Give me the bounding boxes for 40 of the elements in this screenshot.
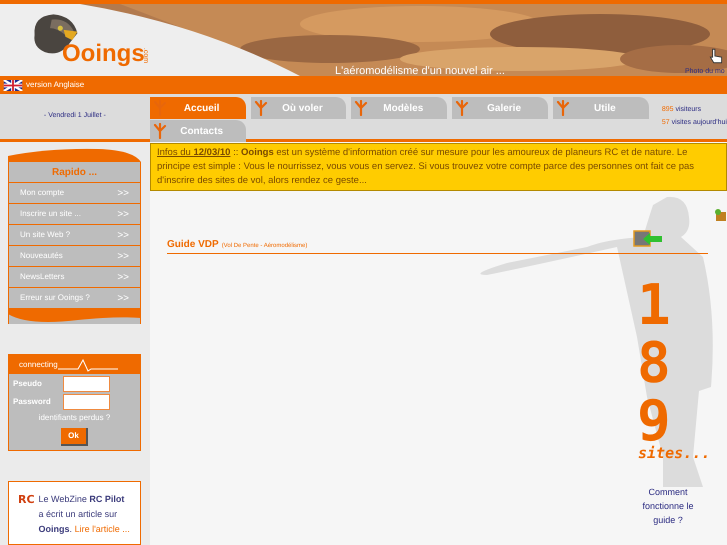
guide-title: Guide VDP (167, 238, 219, 252)
article-link[interactable]: Lire l'article ... (74, 524, 130, 534)
field-label: Pseudo (13, 378, 43, 390)
pointer-icon (707, 47, 725, 65)
arrow-icon (633, 230, 663, 248)
nav-tab[interactable]: Accueil (150, 97, 246, 119)
guide-help-link[interactable]: Comment fonctionne le guide ? (638, 485, 698, 527)
claw-icon (353, 100, 370, 116)
nav-tab[interactable]: Utile (552, 97, 649, 119)
input-field[interactable] (63, 376, 110, 392)
pulse-line-icon (58, 358, 118, 372)
menu-item[interactable]: Inscrire un site ... >> (9, 203, 140, 224)
login-title: connecting (19, 358, 58, 370)
claw-icon (454, 100, 470, 116)
menu-item[interactable]: Mon compte >> (9, 182, 140, 203)
news-link[interactable]: Infos du 12/03/10 (157, 147, 230, 158)
nav-tab[interactable]: Galerie (452, 97, 548, 119)
claw-icon (152, 123, 168, 139)
menu-item[interactable]: Nouveautés >> (9, 245, 140, 266)
menu-item[interactable]: NewsLetters >> (9, 266, 140, 287)
input-field[interactable] (63, 394, 110, 410)
menu-title: Rapido ... (51, 166, 98, 180)
ok-button[interactable]: Ok (61, 428, 88, 446)
nav-tab[interactable]: Contacts (150, 120, 246, 142)
lost-credentials-link[interactable]: identifiants perdus ? (13, 412, 136, 424)
folder-icon (713, 208, 727, 222)
language-link[interactable]: version Anglaise (26, 79, 84, 91)
rc-logo: RC (18, 492, 35, 507)
menu-item[interactable]: Un site Web ? >> (9, 224, 140, 245)
field-label: Password (13, 396, 52, 408)
nav-tab[interactable]: Où voler (250, 97, 346, 119)
claw-icon (554, 100, 571, 116)
uk-flag-icon (3, 80, 23, 90)
claw-icon (152, 100, 168, 116)
tagline: L'aéromodélisme d'un nouvel air ... (335, 64, 505, 76)
claw-icon (252, 100, 269, 116)
nav-tab[interactable]: Modèles (351, 97, 448, 119)
news-text: Infos du 12/03/10 :: Ooings est un système d'information créé sur mesure pour les amoureux de planeurs RC et de nature. Le principe est simple : Vous le nourrissez, vous vous en servez. Si vous trouvez votre compte parce des personnes ont fait ce pas d'inscrire des sites de vol, alors rendez ce geste... (157, 146, 696, 188)
press-text: Le WebZine RC Pilot a écrit un article sur Ooings. Lire l'article ... (38, 493, 131, 536)
logo[interactable]: Ooings (62, 42, 145, 66)
